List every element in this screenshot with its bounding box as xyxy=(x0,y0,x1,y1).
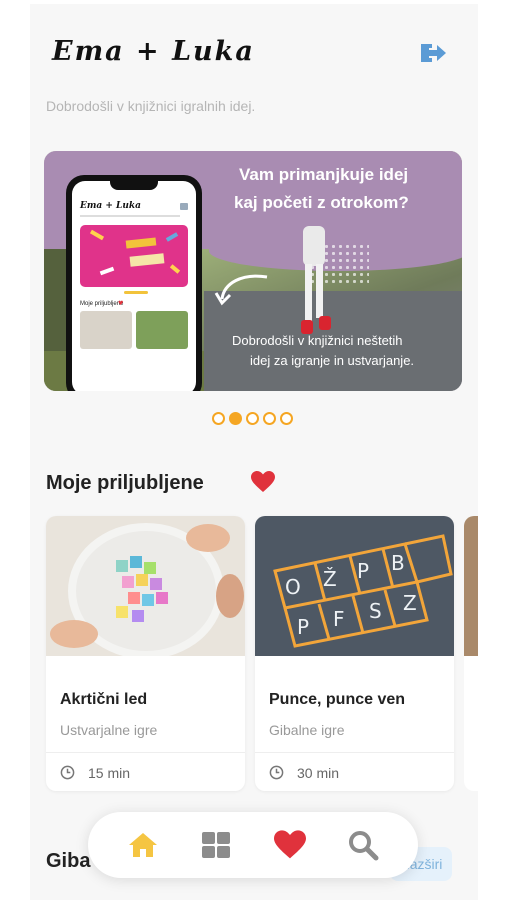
pager-dot-active[interactable] xyxy=(229,412,242,425)
welcome-text: Dobrodošli v knjižnici igralnih idej. xyxy=(46,98,256,114)
svg-text:B: B xyxy=(391,551,405,575)
svg-text:Z: Z xyxy=(403,591,417,615)
nav-categories[interactable] xyxy=(196,825,236,865)
svg-text:F: F xyxy=(333,607,345,631)
phone-mockup: Ema + Luka Moje priljubljene ♥ xyxy=(66,175,202,391)
search-icon xyxy=(349,831,379,861)
mock-logout-icon xyxy=(180,203,188,210)
phone-mockup-screen: Ema + Luka Moje priljubljene ♥ xyxy=(72,181,196,391)
banner-headline-line1: Vam primanjkuje idej xyxy=(239,165,409,184)
clock-icon xyxy=(60,765,75,780)
favorite-card[interactable]: OŽPB PFSZ Punce, punce ven Gibalne igre … xyxy=(255,516,454,791)
section-title-movement: Giba xyxy=(46,850,91,872)
app-title: Ema + Luka xyxy=(52,36,255,67)
nav-favorites[interactable] xyxy=(270,825,310,865)
mock-pager xyxy=(124,291,148,294)
favorite-card[interactable]: Akrtični led Ustvarjalne igre 15 min xyxy=(46,516,245,791)
favorites-title: Moje priljubljene xyxy=(46,472,204,494)
arrow-decoration xyxy=(214,274,268,306)
pager-dot[interactable] xyxy=(212,412,225,425)
card-thumbnail-ice xyxy=(46,516,245,656)
card-thumbnail-partial xyxy=(464,516,478,656)
child-jumping-image xyxy=(301,226,331,334)
home-icon xyxy=(128,833,157,857)
phone-notch xyxy=(110,181,158,190)
card-title: Akrtični led xyxy=(60,691,148,708)
mock-welcome-line xyxy=(80,215,180,217)
svg-text:P: P xyxy=(357,559,369,583)
card-divider xyxy=(46,752,245,753)
app-screen: Ema + Luka Dobrodošli v knjižnici igraln… xyxy=(30,4,478,900)
pager-dot[interactable] xyxy=(280,412,293,425)
clock-icon xyxy=(269,765,284,780)
svg-text:P: P xyxy=(297,615,309,639)
mock-promo-card xyxy=(80,225,188,287)
banner-subtext-line2: idej za igranje in ustvarjanje. xyxy=(250,353,415,368)
nav-search[interactable] xyxy=(343,825,383,865)
heart-icon xyxy=(273,830,306,859)
logout-button[interactable] xyxy=(416,38,450,68)
card-duration: 30 min xyxy=(297,765,340,781)
promo-banner[interactable]: Vam primanjkuje idej kaj početi z otroko… xyxy=(44,151,462,391)
mock-heart-icon: ♥ xyxy=(118,300,124,307)
mock-thumb-1 xyxy=(80,311,132,349)
mock-favorites-label: Moje priljubljene xyxy=(80,301,124,307)
pager-dot[interactable] xyxy=(246,412,259,425)
card-duration: 15 min xyxy=(88,765,131,781)
mock-thumb-2 xyxy=(136,311,188,349)
logout-icon xyxy=(421,44,446,62)
banner-subtext-line1: Dobrodošli v knjižnici neštetih xyxy=(232,333,403,348)
card-category: Ustvarjalne igre xyxy=(60,722,158,738)
card-thumbnail-hopscotch: OŽPB PFSZ xyxy=(255,516,454,656)
svg-text:S: S xyxy=(369,599,382,623)
svg-text:O: O xyxy=(285,575,301,599)
card-title: Punce, punce ven xyxy=(269,691,406,708)
mock-app-title: Ema + Luka xyxy=(80,201,141,211)
banner-pager xyxy=(212,412,293,425)
pager-dot[interactable] xyxy=(263,412,276,425)
nav-home[interactable] xyxy=(123,825,163,865)
bottom-navigation xyxy=(88,812,418,878)
grid-icon xyxy=(202,832,231,858)
favorites-carousel[interactable]: Akrtični led Ustvarjalne igre 15 min O Ž… xyxy=(46,516,478,791)
favorite-card-partial[interactable] xyxy=(464,516,478,791)
heart-icon xyxy=(251,471,275,492)
card-category: Gibalne igre xyxy=(269,722,345,738)
card-divider xyxy=(255,752,454,753)
svg-text:Ž: Ž xyxy=(323,567,337,591)
banner-headline-line2: kaj početi z otrokom? xyxy=(234,193,409,212)
